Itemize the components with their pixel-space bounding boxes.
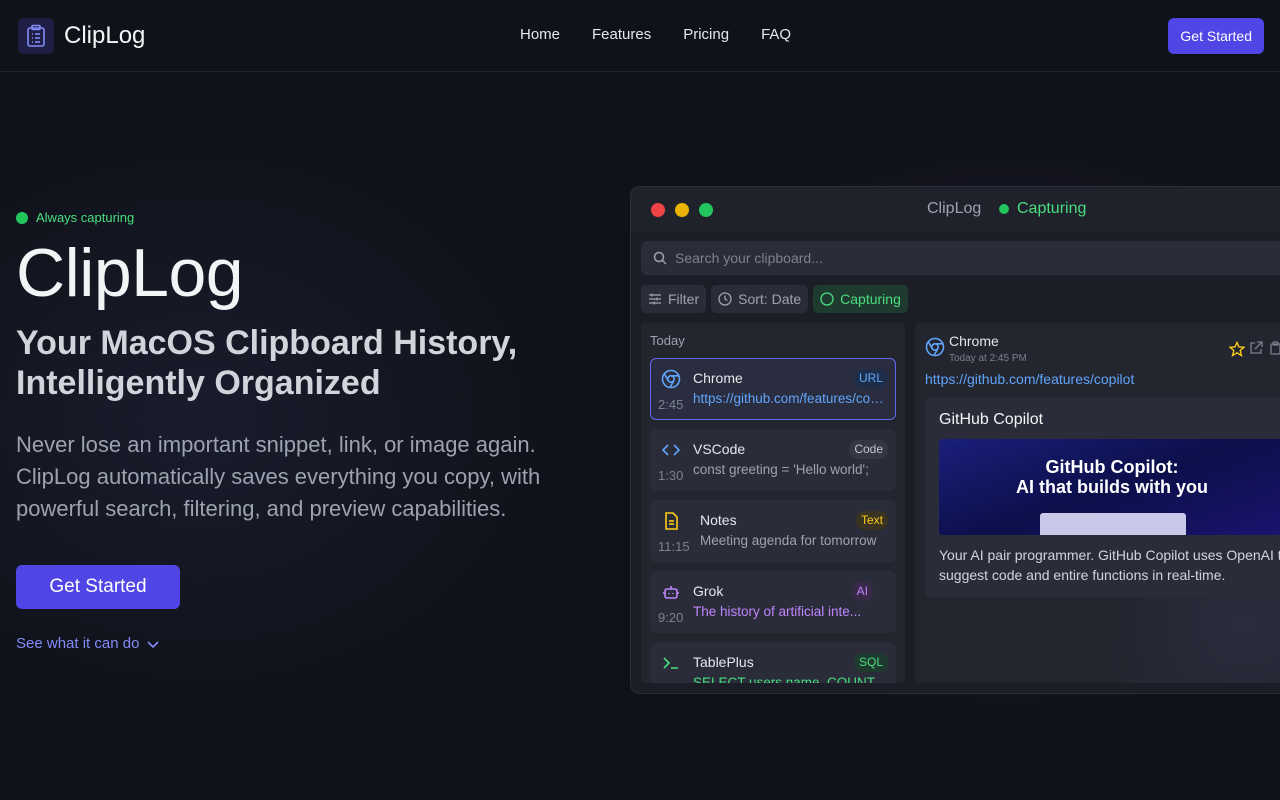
see-more-label: See what it can do	[16, 635, 140, 652]
clipboard-list: Today 2:45 Chrome URL https://github.com…	[641, 323, 905, 683]
item-preview: https://github.com/features/copilot	[693, 391, 889, 406]
hero-subtitle-line1: Your MacOS Clipboard History,	[16, 324, 518, 362]
chrome-icon	[660, 368, 682, 390]
window-title: ClipLog	[927, 200, 982, 217]
nav-link-features[interactable]: Features	[592, 26, 651, 43]
detail-header: Chrome Today at 2:45 PM	[925, 333, 1280, 377]
item-time: 1:30	[658, 468, 684, 483]
status-indicator: Always capturing	[16, 210, 616, 225]
item-time: 2:45	[658, 397, 684, 412]
item-preview: Meeting agenda for tomorrow	[700, 533, 877, 548]
top-nav: ClipLog Home Features Pricing FAQ Get St…	[0, 0, 1280, 72]
list-item[interactable]: 11:15 Notes Text Meeting agenda for tomo…	[650, 500, 896, 562]
robot-icon	[660, 581, 682, 603]
list-item[interactable]: 1:30 VSCode Code const greeting = 'Hello…	[650, 429, 896, 491]
detail-time: Today at 2:45 PM	[949, 353, 1027, 364]
hero-description: Never lose an important snippet, link, o…	[16, 432, 541, 521]
see-what-it-can-do-link[interactable]: See what it can do	[16, 635, 616, 652]
window-titlebar: ClipLog Capturing	[631, 187, 1280, 231]
type-badge-sql: SQL	[853, 653, 888, 672]
card-image-mockup	[1040, 513, 1186, 535]
item-preview: SELECT users.name, COUNT(*)	[693, 675, 889, 683]
clipboard-icon	[18, 18, 54, 54]
card-description: Your AI pair programmer. GitHub Copilot …	[939, 547, 1280, 583]
type-badge-text: Text	[855, 511, 888, 530]
close-window-button[interactable]	[651, 203, 665, 217]
terminal-icon	[660, 652, 682, 674]
list-item[interactable]: 9:20 Grok AI The history of artificial i…	[650, 571, 896, 633]
clipboard-search	[641, 241, 1280, 275]
item-app: VSCode	[693, 441, 746, 457]
search-icon	[653, 251, 667, 265]
nav-link-home[interactable]: Home	[520, 26, 560, 43]
link-preview-card: GitHub Copilot GitHub Copilot: AI that b…	[925, 397, 1280, 597]
chrome-icon	[925, 337, 945, 362]
hero-get-started-button[interactable]: Get Started	[16, 565, 180, 609]
hero-subtitle: Your MacOS Clipboard History, Intelligen…	[16, 323, 616, 403]
open-external-icon[interactable]	[1249, 341, 1263, 360]
copy-icon[interactable]	[1269, 341, 1280, 360]
clock-icon	[718, 292, 732, 306]
minimize-window-button[interactable]	[675, 203, 689, 217]
capture-dot-icon	[999, 204, 1009, 214]
status-dot-icon	[16, 211, 28, 224]
status-text: Always capturing	[36, 210, 135, 225]
sort-label: Sort: Date	[738, 291, 802, 307]
item-app: TablePlus	[693, 654, 754, 670]
star-icon[interactable]	[1228, 340, 1246, 362]
card-preview-image: GitHub Copilot: AI that builds with you	[939, 439, 1280, 535]
card-image-line1: GitHub Copilot:	[1045, 457, 1179, 477]
sort-date-button[interactable]: Sort: Date	[711, 285, 809, 313]
brand-name: ClipLog	[64, 22, 146, 49]
item-time: 9:20	[658, 610, 684, 625]
chevron-down-icon	[147, 640, 159, 648]
card-image-heading: GitHub Copilot: AI that builds with you	[939, 457, 1280, 497]
type-badge-url: URL	[853, 369, 888, 388]
hero-section: Always capturing ClipLog Your MacOS Clip…	[16, 210, 616, 652]
item-time: 11:15	[658, 539, 690, 554]
card-image-line2: AI that builds with you	[1016, 477, 1208, 497]
window-capture-status: Capturing	[999, 200, 1086, 218]
item-app: Notes	[700, 512, 737, 528]
card-title: GitHub Copilot	[939, 411, 1044, 428]
nav-get-started-button[interactable]: Get Started	[1168, 18, 1264, 54]
filter-label: Filter	[668, 291, 700, 307]
hero-subtitle-line2: Intelligently Organized	[16, 364, 381, 402]
capturing-label: Capturing	[840, 291, 901, 307]
nav-links: Home Features Pricing FAQ	[520, 26, 791, 43]
window-status-text: Capturing	[1017, 200, 1087, 217]
item-app: Grok	[693, 583, 724, 599]
item-preview: The history of artificial inte...	[693, 604, 862, 619]
nav-link-pricing[interactable]: Pricing	[683, 26, 729, 43]
brand-logo[interactable]: ClipLog	[18, 18, 145, 54]
toolbar-chips: Filter Sort: Date Capturing	[641, 285, 908, 313]
list-item[interactable]: TablePlus SQL SELECT users.name, COUNT(*…	[650, 642, 896, 683]
hero-title: ClipLog	[16, 235, 244, 311]
detail-app: Chrome	[949, 333, 999, 349]
type-badge-ai: AI	[851, 582, 873, 601]
list-group-header: Today	[650, 333, 685, 348]
item-preview: const greeting = 'Hello world';	[693, 462, 869, 477]
code-icon	[660, 439, 682, 461]
detail-panel: Chrome Today at 2:45 PM https://github.c…	[915, 323, 1280, 683]
search-input[interactable]	[675, 250, 1235, 266]
capture-ring-icon	[820, 292, 834, 306]
filter-button[interactable]: Filter	[641, 285, 707, 313]
type-badge-code: Code	[849, 440, 888, 459]
list-item[interactable]: 2:45 Chrome URL https://github.com/featu…	[650, 358, 896, 420]
nav-link-faq[interactable]: FAQ	[761, 26, 791, 43]
sliders-icon	[649, 293, 661, 305]
document-icon	[660, 510, 682, 532]
item-app: Chrome	[693, 370, 743, 386]
zoom-window-button[interactable]	[699, 203, 713, 217]
capturing-toggle[interactable]: Capturing	[813, 285, 908, 313]
app-window-preview: ClipLog Capturing Filter Sort: Date Capt…	[630, 186, 1280, 694]
